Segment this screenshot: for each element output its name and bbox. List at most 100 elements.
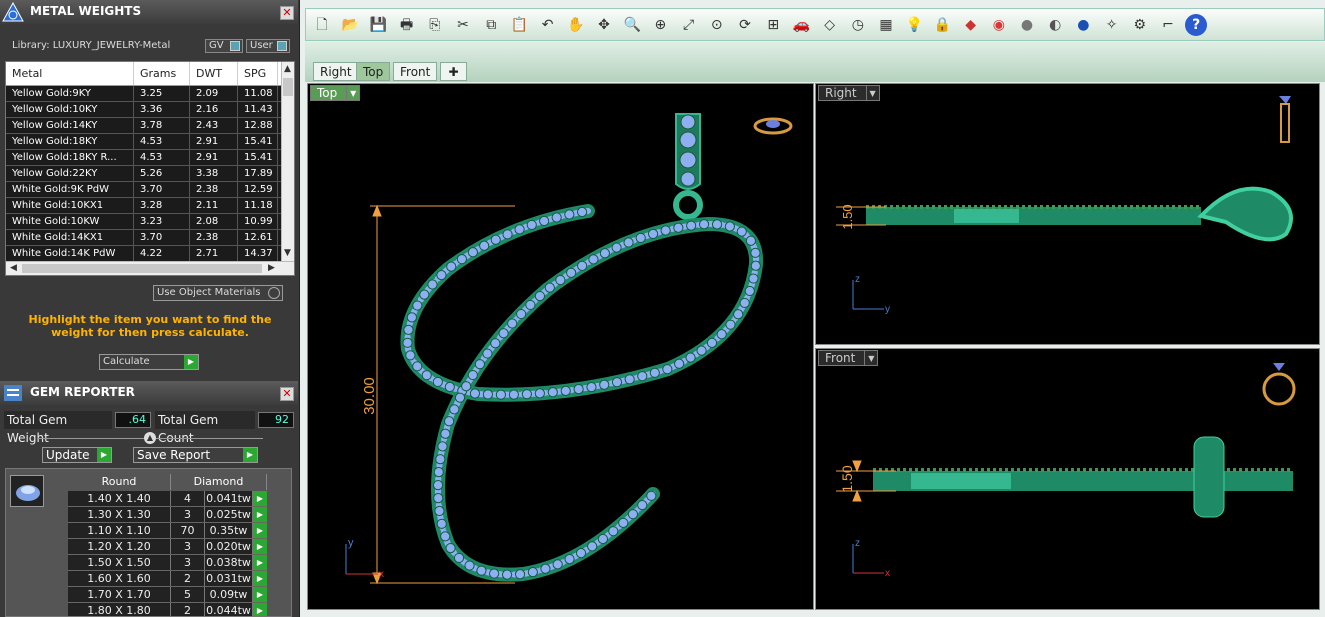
column-header-grams[interactable]: Grams (134, 62, 190, 85)
rotate-icon[interactable]: ⟳ (734, 14, 756, 36)
gem-table-row[interactable]: 1.10 X 1.10 70 0.35tw ▶ (68, 523, 267, 539)
help-icon[interactable]: ? (1185, 14, 1208, 36)
gv-checkbox[interactable] (230, 41, 240, 51)
scroll-thumb[interactable] (283, 78, 293, 96)
right-viewport-label[interactable]: Right ▼ (818, 85, 880, 101)
gem-row-select-icon[interactable]: ▶ (253, 555, 267, 570)
blue-sphere-icon[interactable]: ● (1072, 14, 1094, 36)
metal-weights-close-icon[interactable]: ✕ (280, 6, 294, 20)
top-viewport[interactable]: 30.00 y x Top ▼ (307, 83, 814, 610)
scroll-down-icon[interactable]: ▼ (284, 248, 291, 258)
gem-reporter-close-icon[interactable]: ✕ (280, 387, 294, 401)
gem-stone (711, 219, 723, 230)
front-viewport[interactable]: 1.50 z x Front ▼ (815, 348, 1320, 610)
metal-table-row[interactable]: Yellow Gold:10KY 3.36 2.16 11.43 (6, 102, 294, 118)
metal-table-row[interactable]: Yellow Gold:18KY 4.53 2.91 15.41 (6, 134, 294, 150)
user-toggle[interactable]: User (246, 39, 290, 53)
use-object-materials-toggle[interactable]: Use Object Materials (153, 285, 283, 301)
bulb-icon[interactable]: 💡 (903, 14, 925, 36)
metal-table-vertical-scrollbar[interactable]: ▲ ▼ (281, 62, 294, 262)
shade-sphere-icon[interactable]: ● (1016, 14, 1038, 36)
plane-icon[interactable]: ◇ (819, 14, 841, 36)
gem-row-select-icon[interactable]: ▶ (253, 603, 267, 616)
render-sphere-icon[interactable]: ◐ (1044, 14, 1066, 36)
new-file-icon[interactable]: 🗋 (311, 14, 333, 36)
right-viewport[interactable]: 1.50 z y Right ▼ (815, 83, 1320, 345)
save-report-button[interactable]: Save Report ▶ (133, 447, 258, 463)
zoom-extents-icon[interactable]: ⤢ (678, 14, 700, 36)
lock-icon[interactable]: 🔒 (931, 14, 953, 36)
paste-icon[interactable]: 📋 (508, 14, 530, 36)
column-header-spg[interactable]: SPG (238, 62, 278, 85)
chevron-down-icon[interactable]: ▼ (346, 86, 359, 100)
pan-hand-icon[interactable]: ✋ (565, 14, 587, 36)
tab-right[interactable]: Right (313, 62, 359, 81)
update-button[interactable]: Update ▶ (42, 447, 112, 463)
metal-table-row[interactable]: Yellow Gold:18KY R... 4.53 2.91 15.41 (6, 150, 294, 166)
metal-cell: 4.53 (134, 150, 190, 165)
clock-icon[interactable]: ◷ (847, 14, 869, 36)
gem-row-select-icon[interactable]: ▶ (253, 571, 267, 586)
scroll-left-icon[interactable]: ◀ (10, 263, 17, 273)
gem-table-row[interactable]: 1.60 X 1.60 2 0.031tw ▶ (68, 571, 267, 587)
gem-table-row[interactable]: 1.80 X 1.80 2 0.044tw ▶ (68, 603, 267, 616)
metal-table-row[interactable]: Yellow Gold:22KY 5.26 3.38 17.89 (6, 166, 294, 182)
gem-row-select-icon[interactable]: ▶ (253, 507, 267, 522)
gem-table-row[interactable]: 1.70 X 1.70 5 0.09tw ▶ (68, 587, 267, 603)
collapse-arrow-icon[interactable]: ▲ (144, 432, 156, 444)
chevron-down-icon[interactable]: ▼ (865, 86, 879, 100)
color-wheel-icon[interactable]: ◉ (988, 14, 1010, 36)
calculate-button[interactable]: Calculate ▶ (99, 354, 199, 370)
gem-stone (635, 232, 646, 244)
scroll-right-icon[interactable]: ▶ (268, 263, 275, 273)
hscroll-thumb[interactable] (22, 264, 262, 273)
export-icon[interactable]: ⎘ (424, 14, 446, 36)
metal-table-row[interactable]: White Gold:14K PdW 4.22 2.71 14.37 (6, 246, 294, 262)
zoom-icon[interactable]: 🔍 (621, 14, 643, 36)
four-viewports-icon[interactable]: ⊞ (762, 14, 784, 36)
top-viewport-label[interactable]: Top ▼ (310, 85, 361, 101)
light-icon[interactable]: ✧ (1101, 14, 1123, 36)
gem-table-row[interactable]: 1.40 X 1.40 4 0.041tw ▶ (68, 491, 267, 507)
metal-cell: 10.99 (238, 214, 278, 229)
tab-front[interactable]: Front (393, 62, 438, 81)
layers-icon[interactable]: ▦ (875, 14, 897, 36)
settings-gear-icon[interactable]: ⚙ (1129, 14, 1151, 36)
gem-row-select-icon[interactable]: ▶ (253, 491, 267, 506)
gem-table-row[interactable]: 1.20 X 1.20 3 0.020tw ▶ (68, 539, 267, 555)
radio-icon[interactable] (268, 287, 280, 299)
scroll-up-icon[interactable]: ▲ (284, 64, 291, 74)
metal-table-row[interactable]: Yellow Gold:14KY 3.78 2.43 12.88 (6, 118, 294, 134)
material-icon[interactable]: ◆ (960, 14, 982, 36)
tab-top[interactable]: Top (356, 62, 391, 81)
metal-table-horizontal-scrollbar[interactable]: ◀ ▶ (6, 261, 294, 275)
metal-table-row[interactable]: White Gold:10KW 3.23 2.08 10.99 (6, 214, 294, 230)
car-icon[interactable]: 🚗 (790, 14, 812, 36)
save-icon[interactable]: 💾 (367, 14, 389, 36)
column-header-dwt[interactable]: DWT (190, 62, 238, 85)
print-icon[interactable]: 🖶 (396, 14, 418, 36)
undo-icon[interactable]: ↶ (537, 14, 559, 36)
gem-row-select-icon[interactable]: ▶ (253, 523, 267, 538)
gv-toggle[interactable]: GV (205, 39, 243, 53)
copy-icon[interactable]: ⧉ (480, 14, 502, 36)
metal-table-row[interactable]: White Gold:10KX1 3.28 2.11 11.18 (6, 198, 294, 214)
rotate-view-icon[interactable]: ✥ (593, 14, 615, 36)
dimension-icon[interactable]: ⌐ (1157, 14, 1179, 36)
metal-table-row[interactable]: White Gold:9K PdW 3.70 2.38 12.59 (6, 182, 294, 198)
front-viewport-label[interactable]: Front ▼ (818, 350, 879, 366)
metal-table-row[interactable]: White Gold:14KX1 3.70 2.38 12.61 (6, 230, 294, 246)
gem-row-select-icon[interactable]: ▶ (253, 587, 267, 602)
metal-table-row[interactable]: Yellow Gold:9KY 3.25 2.09 11.08 (6, 86, 294, 102)
user-checkbox[interactable] (277, 41, 287, 51)
gem-table-row[interactable]: 1.50 X 1.50 3 0.038tw ▶ (68, 555, 267, 571)
chevron-down-icon[interactable]: ▼ (864, 351, 877, 365)
open-folder-icon[interactable]: 📂 (339, 14, 361, 36)
zoom-selected-icon[interactable]: ⊙ (706, 14, 728, 36)
zoom-window-icon[interactable]: ⊕ (649, 14, 671, 36)
gem-row-select-icon[interactable]: ▶ (253, 539, 267, 554)
column-header-metal[interactable]: Metal (6, 62, 134, 85)
cut-icon[interactable]: ✂ (452, 14, 474, 36)
gem-table-row[interactable]: 1.30 X 1.30 3 0.025tw ▶ (68, 507, 267, 523)
add-tab-icon[interactable]: ✚ (440, 62, 467, 81)
